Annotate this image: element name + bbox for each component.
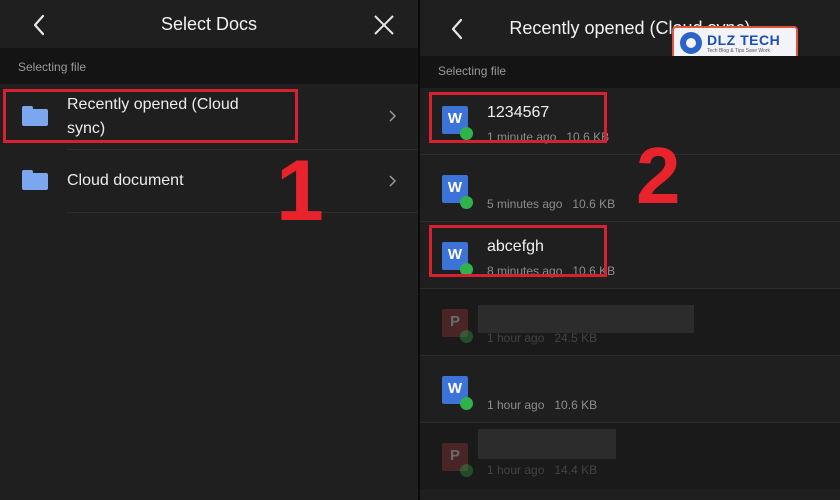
folder-icon [22, 170, 48, 190]
list-item-label: Cloud document [67, 172, 184, 189]
synced-check-icon [460, 330, 473, 343]
header: Select Docs [0, 0, 418, 48]
logo-icon [680, 32, 702, 54]
chevron-right-icon [389, 175, 396, 187]
logo-tagline: Tech Blog & Tips Save Work [707, 48, 770, 54]
file-meta: 1 hour ago 24.5 KB [487, 331, 598, 345]
highlight-box [429, 225, 607, 277]
file-item-disabled: P 1 hour ago 14.4 KB [420, 423, 840, 489]
list-item-cloud-document[interactable]: Cloud document [0, 150, 418, 212]
step-number: 2 [636, 131, 681, 220]
file-meta: 1 hour ago 10.6 KB [487, 398, 598, 412]
file-item[interactable]: W 1 hour ago 10.6 KB [420, 356, 840, 422]
select-docs-panel: Select Docs Selecting file Recently open… [0, 0, 418, 500]
chevron-right-icon [389, 110, 396, 122]
file-item-disabled: P 1 hour ago 24.5 KB [420, 289, 840, 355]
file-item[interactable]: W 5 minutes ago 10.6 KB [420, 155, 840, 221]
synced-check-icon [460, 196, 473, 209]
file-meta: 5 minutes ago 10.6 KB [487, 197, 616, 211]
highlight-box [429, 92, 607, 143]
redacted-name [478, 429, 616, 459]
section-header: Selecting file [0, 48, 418, 84]
section-header: Selecting file [420, 56, 840, 88]
close-icon[interactable] [372, 12, 396, 38]
synced-check-icon [460, 464, 473, 477]
file-meta: 1 hour ago 14.4 KB [487, 463, 598, 477]
step-number: 1 [276, 143, 324, 239]
watermark-logo: DLZ TECH Tech Blog & Tips Save Work [672, 26, 798, 60]
highlight-box [3, 89, 298, 143]
page-title: Select Docs [160, 14, 258, 34]
logo-brand: DLZ TECH [707, 32, 781, 48]
redacted-name [478, 305, 694, 333]
recently-opened-panel: Recently opened (Cloud sync) DLZ TECH Te… [420, 0, 840, 500]
divider [67, 212, 418, 213]
synced-check-icon [460, 397, 473, 410]
